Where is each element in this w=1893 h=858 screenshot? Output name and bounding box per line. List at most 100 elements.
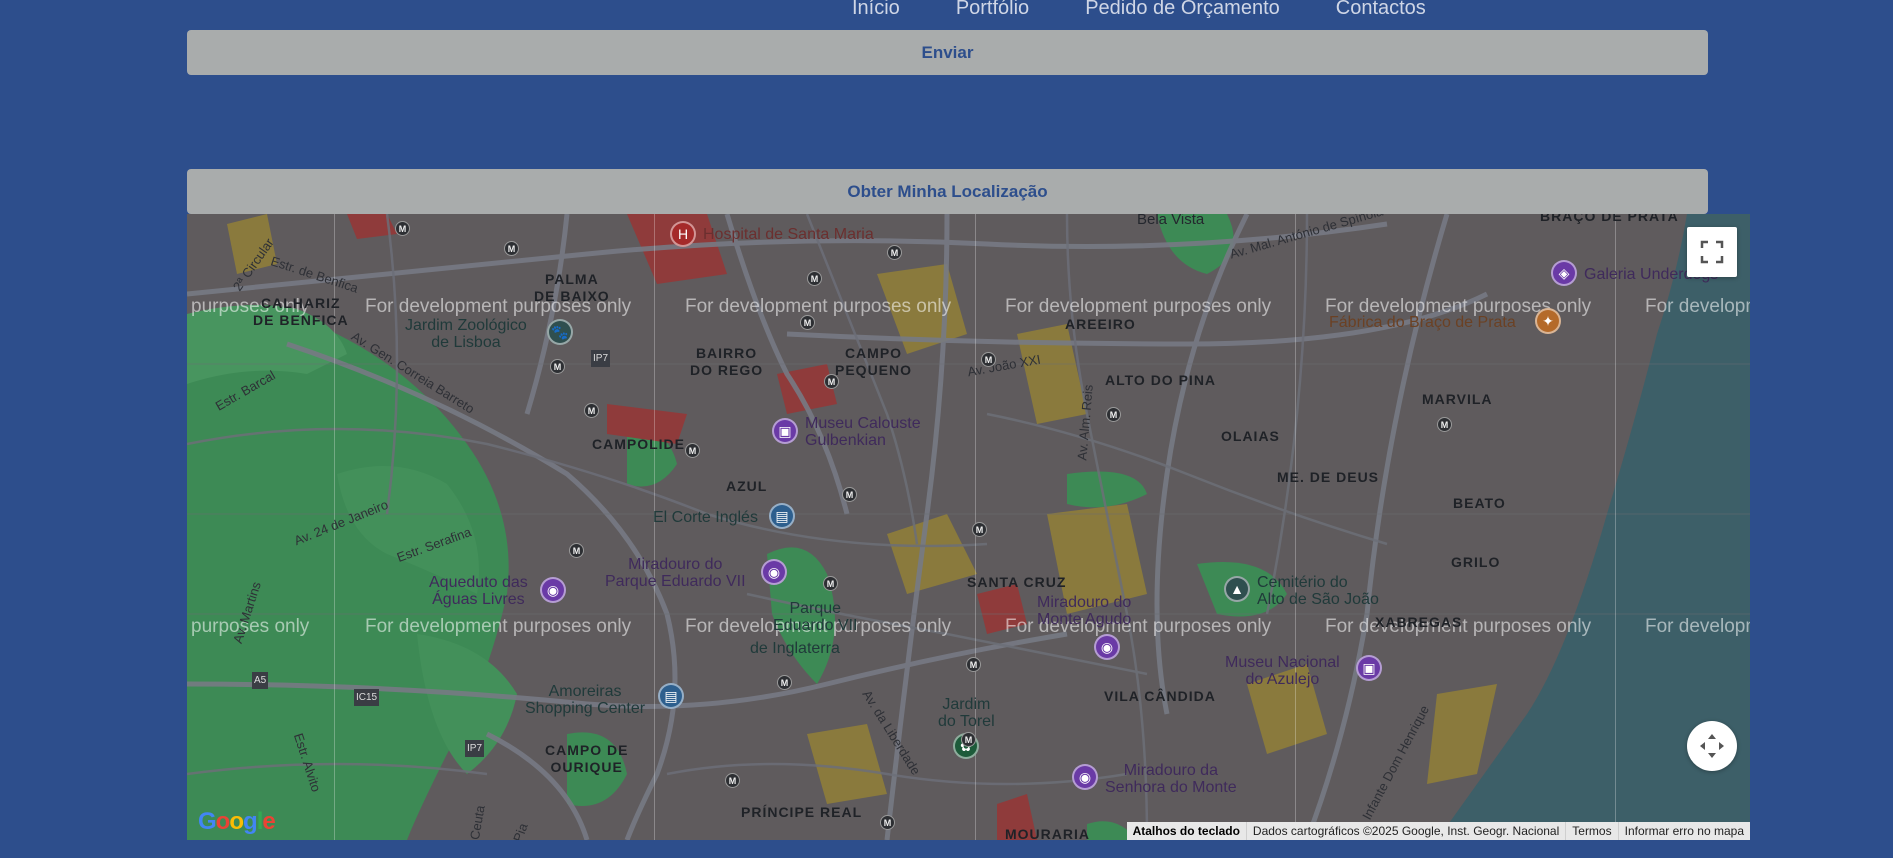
poi-label: Fábrica do Braço de Prata [1329,314,1516,331]
highway-shield: IP7 [591,350,611,367]
metro-icon: M [550,359,565,374]
poi-label: Parque Eduardo VII [773,600,858,634]
museum-pin-icon[interactable]: ▣ [772,418,798,444]
camera-pin-icon[interactable]: ◉ [761,559,787,585]
metro-icon: M [972,522,987,537]
poi-label: Jardim do Torel [938,696,995,730]
nav-pedido-orcamento[interactable]: Pedido de Orçamento [1085,0,1280,18]
district-label: Bela Vista [1137,214,1205,228]
district-label: ALTO DO PINA [1105,372,1217,388]
museum-pin-icon[interactable]: ▣ [1356,655,1382,681]
terms-link[interactable]: Termos [1565,822,1617,840]
dev-watermark: For developm [1645,616,1750,637]
metro-icon: M [777,675,792,690]
metro-icon: M [395,221,410,236]
camera-pin-icon[interactable]: ◉ [1094,634,1120,660]
district-label: CAMPO DE OURIQUE [545,742,629,775]
district-label: CAMPO PEQUENO [835,345,913,378]
zoo-pin-icon[interactable]: 🐾 [547,319,573,345]
district-label: BEATO [1453,495,1506,511]
district-label: BRAÇO DE PRATA [1540,214,1679,224]
camera-pin-icon[interactable]: ◉ [540,577,566,603]
metro-icon: M [880,815,895,830]
poi-label: El Corte Inglés [653,509,758,526]
district-label: PALMA DE BAIXO [534,271,610,304]
highway-shield: A5 [252,672,269,689]
dev-watermark: For development purposes only [365,616,632,637]
shopping-pin-icon[interactable]: ▤ [769,503,795,529]
metro-icon: M [981,352,996,367]
google-logo: Google [198,808,276,835]
metro-icon: M [842,487,857,502]
cemetery-pin-icon[interactable]: ▲ [1224,576,1250,602]
camera-pin-icon[interactable]: ◉ [1072,764,1098,790]
get-location-button[interactable]: Obter Minha Localização [187,169,1708,214]
hospital-pin-icon[interactable]: H [670,221,696,247]
metro-icon: M [725,773,740,788]
send-button[interactable]: Enviar [187,30,1708,75]
district-label: BAIRRO DO REGO [690,345,764,378]
nav-inicio[interactable]: Início [852,0,900,18]
metro-icon: M [966,657,981,672]
camera-control-button[interactable] [1687,721,1737,771]
shopping-pin-icon[interactable]: ▤ [658,683,684,709]
district-label: CAMPOLIDE [592,436,685,452]
tile-seam [1615,214,1616,840]
metro-icon: M [961,732,976,747]
metro-icon: M [807,271,822,286]
map-data-credit: Dados cartográficos ©2025 Google, Inst. … [1245,822,1565,840]
tile-seam [1295,214,1296,840]
metro-icon: M [685,443,700,458]
district-label: MARVILA [1422,391,1493,407]
district-label: XABREGAS [1375,614,1463,630]
district-label: SANTA CRUZ [967,574,1067,590]
metro-icon: M [1106,407,1121,422]
metro-icon: M [823,576,838,591]
district-label: MOURARIA [1005,826,1090,840]
fullscreen-button[interactable] [1687,227,1737,277]
dev-watermark: For development purposes only [1005,296,1272,317]
report-error-link[interactable]: Informar erro no mapa [1617,822,1750,840]
highway-shield: IP7 [465,740,485,757]
nav-portfolio[interactable]: Portfólio [956,0,1029,18]
metro-icon: M [584,403,599,418]
map-attribution: Atalhos do teclado Dados cartográficos ©… [1126,822,1750,840]
poi-label: Aqueduto das Águas Livres [429,574,528,608]
keyboard-shortcuts-link[interactable]: Atalhos do teclado [1127,822,1246,840]
poi-label: de Inglaterra [750,640,840,657]
district-label: AZUL [726,478,768,494]
district-label: AREEIRO [1065,316,1136,332]
highway-shield: IC15 [354,689,380,706]
poi-label: Miradouro da Senhora do Monte [1105,762,1237,796]
poi-label: Hospital de Santa Maria [703,226,874,243]
gallery-pin-icon[interactable]: ◈ [1551,260,1577,286]
tile-seam [654,214,655,840]
district-label: ME. DE DEUS [1277,469,1380,485]
metro-icon: M [1437,417,1452,432]
poi-label: Miradouro do Monte Agudo [1037,594,1132,628]
poi-label: Jardim Zoológico de Lisboa [405,317,527,351]
poi-label: Museu Calouste Gulbenkian [805,415,921,449]
poi-label: Museu Nacional do Azulejo [1225,654,1340,688]
nav-contactos[interactable]: Contactos [1336,0,1426,18]
dev-watermark: For development purposes only [685,296,952,317]
dev-watermark: For developm [1645,296,1750,317]
metro-icon: M [824,374,839,389]
district-label: CALHARIZ DE BENFICA [253,295,349,328]
poi-label: Amoreiras Shopping Center [525,683,646,717]
fullscreen-icon [1700,240,1724,264]
district-label: PRÍNCIPE REAL [741,804,863,820]
map-view[interactable]: purposes only For development purposes o… [187,214,1750,840]
main-nav: Início Portfólio Pedido de Orçamento Con… [852,0,1426,22]
poi-label: Cemitério do Alto de São João [1257,574,1379,608]
district-label: OLAIAS [1221,428,1280,444]
metro-icon: M [504,241,519,256]
poi-label: Miradouro do Parque Eduardo VII [605,556,746,590]
food-pin-icon[interactable]: ✦ [1535,308,1561,334]
metro-icon: M [887,245,902,260]
district-label: GRILO [1451,554,1501,570]
camera-control-icon [1700,734,1724,758]
metro-icon: M [800,315,815,330]
metro-icon: M [569,543,584,558]
district-label: VILA CÂNDIDA [1104,688,1216,704]
